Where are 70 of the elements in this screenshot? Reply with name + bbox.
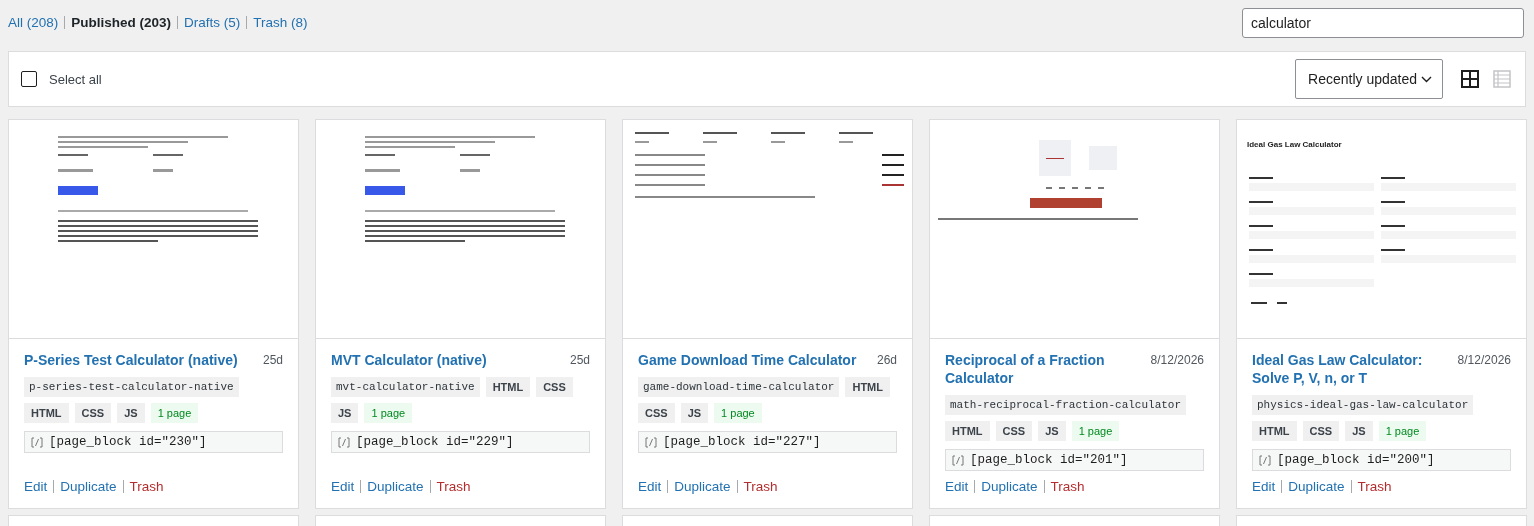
updated-date: 8/12/2026 <box>1457 352 1511 369</box>
card-action-link[interactable]: Edit <box>24 479 48 494</box>
page-count-tag: 1 page <box>150 403 199 423</box>
card-action-link[interactable]: Trash <box>436 479 471 494</box>
sort-dropdown[interactable]: Recently updated <box>1295 59 1443 99</box>
file-type-tag: HTML <box>1252 421 1297 441</box>
card-title[interactable]: P-Series Test Calculator (native) <box>24 351 238 369</box>
file-type-tag: CSS <box>995 421 1033 441</box>
card-action-link[interactable]: Edit <box>1252 479 1276 494</box>
shortcode-field[interactable]: [page_block id="229"] <box>331 431 590 453</box>
card-title[interactable]: Game Download Time Calculator <box>638 351 857 369</box>
search-field[interactable]: calculator <box>1242 7 1524 38</box>
card-action-link[interactable]: Trash <box>1357 479 1392 494</box>
page-count-tag: 1 page <box>364 403 413 423</box>
slug-tag: mvt-calculator-native <box>331 377 480 397</box>
card-action-link[interactable]: Duplicate <box>1288 479 1345 494</box>
shortcode-field[interactable]: [page_block id="230"] <box>24 431 283 453</box>
updated-date: 8/12/2026 <box>1150 352 1204 369</box>
updated-date: 26d <box>876 352 897 369</box>
select-all-label[interactable]: Select all <box>49 71 102 87</box>
file-type-tag: CSS <box>536 377 573 397</box>
shortcode-icon <box>31 436 43 448</box>
file-type-tag: JS <box>117 403 145 423</box>
card-action-link[interactable]: Duplicate <box>981 479 1038 494</box>
page-count-tag: 1 page <box>714 403 762 423</box>
file-type-tag: CSS <box>638 403 675 423</box>
slug-tag: p-series-test-calculator-native <box>24 377 239 397</box>
filter-link[interactable]: Drafts (5) <box>184 15 241 30</box>
card-action-link[interactable]: Trash <box>743 479 778 494</box>
file-type-tag: HTML <box>24 403 69 423</box>
slug-tag: math-reciprocal-fraction-calculator <box>945 395 1187 415</box>
card-title[interactable]: MVT Calculator (native) <box>331 351 487 369</box>
file-type-tag: CSS <box>1302 421 1340 441</box>
card-action-link[interactable]: Duplicate <box>367 479 424 494</box>
file-type-tag: CSS <box>74 403 112 423</box>
card-action-link[interactable]: Edit <box>945 479 969 494</box>
updated-date: 25d <box>569 352 590 369</box>
shortcode-field[interactable]: [page_block id="200"] <box>1252 449 1511 471</box>
select-all-checkbox[interactable] <box>21 71 37 87</box>
card-action-link[interactable]: Duplicate <box>674 479 731 494</box>
filter-link[interactable]: Published (203) <box>71 15 172 30</box>
shortcode-field[interactable]: [page_block id="227"] <box>638 431 897 453</box>
slug-tag: game-download-time-calculator <box>638 377 840 397</box>
card-action-link[interactable]: Edit <box>331 479 355 494</box>
slug-tag: physics-ideal-gas-law-calculator <box>1252 395 1474 415</box>
updated-date: 25d <box>262 352 283 369</box>
file-type-tag: JS <box>1345 421 1373 441</box>
page-count-tag: 1 page <box>1378 421 1427 441</box>
file-type-tag: HTML <box>945 421 990 441</box>
filter-link[interactable]: Trash (8) <box>253 15 308 30</box>
preview-heading: Ideal Gas Law Calculator <box>1247 140 1343 149</box>
shortcode-icon <box>645 436 657 448</box>
file-type-tag: HTML <box>485 377 531 397</box>
shortcode-icon <box>338 436 350 448</box>
shortcode-icon <box>1259 454 1271 466</box>
shortcode-icon <box>952 454 964 466</box>
card-action-link[interactable]: Edit <box>638 479 662 494</box>
page-count-tag: 1 page <box>1071 421 1120 441</box>
card-title[interactable]: Ideal Gas Law Calculator: Solve P, V, n, or T <box>1252 351 1450 387</box>
file-type-tag: HTML <box>845 377 890 397</box>
card-action-link[interactable]: Trash <box>1050 479 1085 494</box>
shortcode-field[interactable]: [page_block id="201"] <box>945 449 1204 471</box>
file-type-tag: JS <box>331 403 359 423</box>
card-action-link[interactable]: Trash <box>129 479 164 494</box>
card-title[interactable]: Reciprocal of a Fraction Calculator <box>945 351 1143 387</box>
file-type-tag: JS <box>680 403 709 423</box>
file-type-tag: JS <box>1038 421 1066 441</box>
card-action-link[interactable]: Duplicate <box>60 479 117 494</box>
filter-link[interactable]: All (208) <box>8 15 59 30</box>
chevron-down-icon <box>1421 75 1432 83</box>
